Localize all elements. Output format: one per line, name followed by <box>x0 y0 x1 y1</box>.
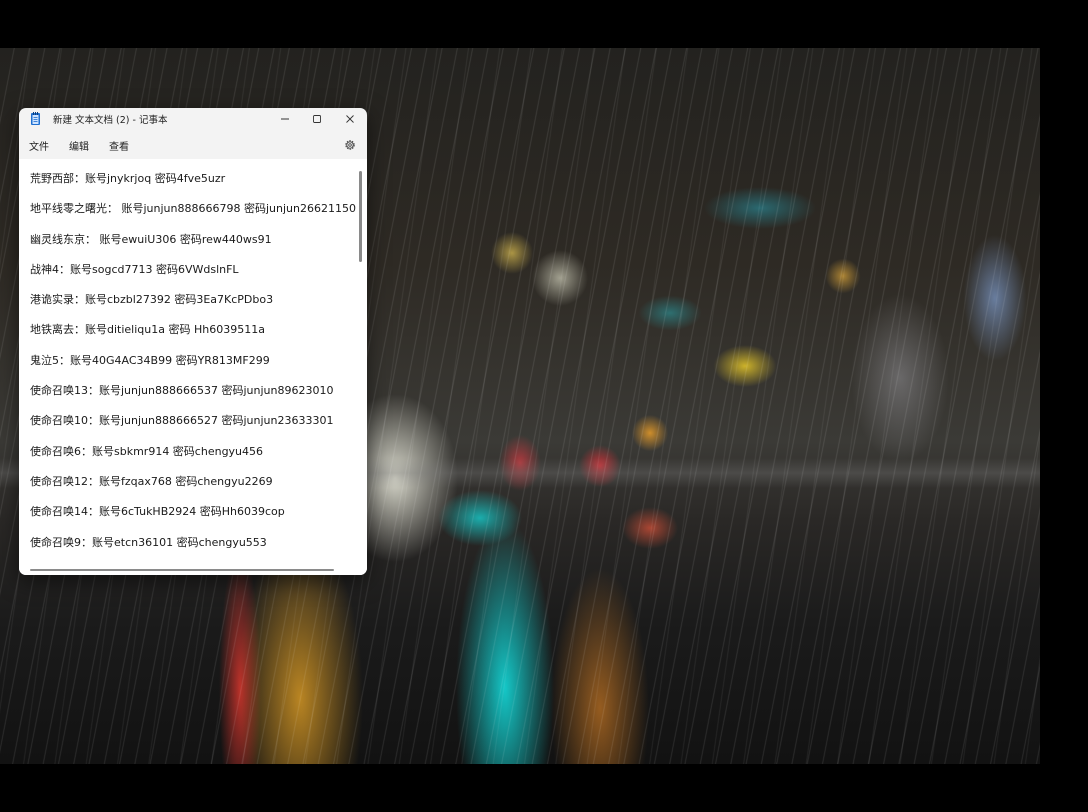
close-button[interactable] <box>335 108 365 129</box>
text-line: 鬼泣5：账号40G4AC34B99 密码YR813MF299 <box>30 354 270 367</box>
text-line: 使命召唤12：账号fzqax768 密码chengyu2269 <box>30 475 273 488</box>
menu-bar: 文件 编辑 查看 <box>19 132 367 158</box>
text-line: 使命召唤6：账号sbkmr914 密码chengyu456 <box>30 445 264 458</box>
minimize-icon <box>281 118 289 119</box>
text-line: 使命召唤14：账号6cTukHB2924 密码Hh6039cop <box>30 505 285 518</box>
horizontal-scrollbar[interactable] <box>30 569 334 571</box>
text-line: 地平线零之曙光： 账号junjun888666798 密码junjun26621… <box>30 202 356 215</box>
menu-edit[interactable]: 编辑 <box>69 138 89 153</box>
window-title: 新建 文本文档 (2) - 记事本 <box>53 115 168 126</box>
text-line: 使命召唤13：账号junjun888666537 密码junjun8962301… <box>30 384 334 397</box>
text-line: 港诡实录：账号cbzbl27392 密码3Ea7KcPDbo3 <box>30 293 274 306</box>
text-line: 地铁离去：账号ditieliqu1a 密码 Hh6039511a <box>30 323 265 336</box>
menu-file[interactable]: 文件 <box>29 138 49 153</box>
maximize-icon <box>313 114 321 123</box>
menu-view[interactable]: 查看 <box>109 138 129 153</box>
maximize-button[interactable] <box>302 108 332 129</box>
text-line: 使命召唤10：账号junjun888666527 密码junjun2363330… <box>30 414 334 427</box>
text-line: 战神4：账号sogcd7713 密码6VWdslnFL <box>30 263 239 276</box>
vertical-scrollbar[interactable] <box>359 171 362 262</box>
notepad-window: 新建 文本文档 (2) - 记事本 文件 编辑 查看 荒野西部：账号jnykrj <box>19 108 367 575</box>
close-icon <box>346 114 354 123</box>
notepad-icon <box>31 112 40 125</box>
text-line: 荒野西部：账号jnykrjoq 密码4fve5uzr <box>30 172 226 185</box>
gear-icon[interactable] <box>344 139 356 151</box>
title-bar[interactable]: 新建 文本文档 (2) - 记事本 <box>19 108 367 129</box>
minimize-button[interactable] <box>270 108 300 129</box>
text-line: 幽灵线东京： 账号ewuiU306 密码rew440ws91 <box>30 233 272 246</box>
text-line: 使命召唤9：账号etcn36101 密码chengyu553 <box>30 536 267 549</box>
text-editor[interactable]: 荒野西部：账号jnykrjoq 密码4fve5uzr 地平线零之曙光： 账号ju… <box>19 159 367 575</box>
